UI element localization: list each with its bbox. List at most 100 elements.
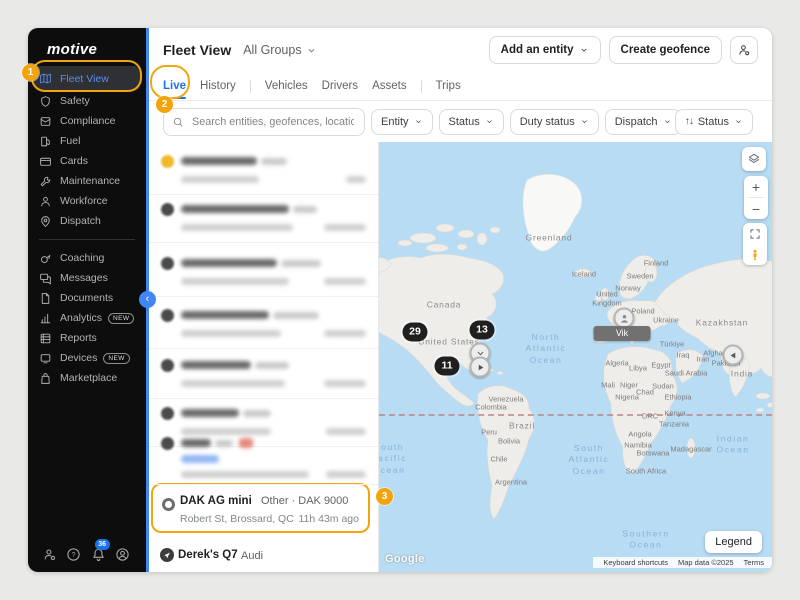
- create-geofence-label: Create geofence: [621, 44, 710, 56]
- tab-drivers[interactable]: Drivers: [322, 74, 358, 98]
- sidebar-item-reports[interactable]: Reports: [28, 328, 146, 348]
- sidebar-item-cards[interactable]: Cards: [28, 151, 146, 171]
- vehicle-status-icon: [161, 257, 174, 270]
- person-gear-icon: [737, 43, 751, 57]
- add-entity-button[interactable]: Add an entity: [489, 36, 601, 64]
- sidebar-rail[interactable]: ‹: [146, 28, 149, 572]
- tab-trips[interactable]: Trips: [436, 74, 461, 98]
- filter-dispatch[interactable]: Dispatch: [605, 109, 682, 135]
- filter-status[interactable]: Status: [439, 109, 504, 135]
- sidebar-item-maintenance[interactable]: Maintenance: [28, 171, 146, 191]
- list-item-blurred[interactable]: [149, 249, 378, 297]
- fullscreen-icon: [748, 227, 762, 241]
- list-item-blurred[interactable]: [149, 147, 378, 195]
- group-selector[interactable]: All Groups: [243, 43, 316, 57]
- dispatch-icon: [39, 215, 52, 228]
- admin-settings-button[interactable]: [42, 547, 59, 564]
- vehicle-status-icon: [161, 203, 174, 216]
- list-item-blurred[interactable]: [149, 429, 378, 485]
- vehicle-status-icon: [161, 155, 174, 168]
- list-item-blurred[interactable]: [149, 351, 378, 399]
- search-input[interactable]: [190, 115, 356, 129]
- user-admin-button[interactable]: [730, 36, 758, 64]
- notifications-button[interactable]: 36: [91, 547, 108, 564]
- navigation-arrow-icon: [160, 548, 174, 562]
- zoom-in-button[interactable]: +: [744, 176, 768, 197]
- attribution-keyboard-shortcuts[interactable]: Keyboard shortcuts: [603, 558, 668, 567]
- vehicle-marker[interactable]: [470, 357, 491, 378]
- vehicle-address: Robert St, Brossard, QC: [180, 513, 294, 525]
- svg-text:?: ?: [72, 552, 76, 559]
- filter-entity[interactable]: Entity: [371, 109, 433, 135]
- layers-icon: [747, 152, 761, 166]
- vehicle-meta: Other · DAK 9000: [261, 495, 348, 507]
- equator-dashed-line: [379, 414, 772, 416]
- new-badge: NEW: [103, 353, 129, 364]
- map[interactable]: CanadaUnited StatesGreenlandIcelandFinla…: [379, 142, 772, 572]
- sort-by-label: Status: [698, 116, 729, 128]
- sidebar-item-compliance[interactable]: Compliance: [28, 111, 146, 131]
- sidebar-item-safety[interactable]: Safety: [28, 91, 146, 111]
- vehicle-status-icon: [161, 309, 174, 322]
- sidebar-item-dispatch[interactable]: Dispatch: [28, 211, 146, 231]
- list-item-blurred[interactable]: [149, 301, 378, 349]
- documents-icon: [39, 292, 52, 305]
- page-title: Fleet View: [163, 42, 231, 58]
- sidebar: motive Fleet ViewSafetyComplianceFuelCar…: [28, 28, 146, 572]
- filter-duty-status[interactable]: Duty status: [510, 109, 599, 135]
- sidebar-item-analytics[interactable]: AnalyticsNEW: [28, 308, 146, 328]
- vehicle-name: DAK AG mini: [180, 495, 252, 507]
- screen: motive Fleet ViewSafetyComplianceFuelCar…: [0, 0, 800, 600]
- content-body: DAK AG mini Other · DAK 9000 Robert St, …: [149, 142, 772, 572]
- workforce-icon: [39, 195, 52, 208]
- legend-button[interactable]: Legend: [705, 531, 762, 553]
- sidebar-item-devices[interactable]: DevicesNEW: [28, 348, 146, 368]
- status-badge: [239, 438, 253, 448]
- google-logo: Google: [385, 553, 425, 565]
- attribution-terms[interactable]: Terms: [744, 558, 764, 567]
- pegman-icon: [748, 248, 762, 262]
- sidebar-item-documents[interactable]: Documents: [28, 288, 146, 308]
- tab-history[interactable]: History: [200, 74, 236, 98]
- filter-bar: EntityStatusDuty statusDispatchMIL ↑↓ St…: [149, 101, 772, 143]
- sidebar-item-workforce[interactable]: Workforce: [28, 191, 146, 211]
- sidebar-collapse-button[interactable]: ‹: [139, 291, 156, 308]
- sidebar-item-marketplace[interactable]: Marketplace: [28, 368, 146, 388]
- chevron-down-icon: [663, 117, 672, 126]
- vehicle-make: Audi: [241, 550, 263, 562]
- fullscreen-button[interactable]: [743, 223, 767, 244]
- fuel-icon: [39, 135, 52, 148]
- street-view-pegman[interactable]: [743, 244, 767, 265]
- sidebar-item-coaching[interactable]: Coaching: [28, 248, 146, 268]
- account-button[interactable]: [115, 547, 132, 564]
- cluster-marker-29[interactable]: 29: [403, 323, 428, 342]
- map-attribution: Keyboard shortcutsMap data ©2025Terms: [593, 557, 772, 568]
- motive-logo: motive: [28, 28, 146, 64]
- sidebar-item-fuel[interactable]: Fuel: [28, 131, 146, 151]
- tab-live[interactable]: Live: [163, 74, 186, 98]
- tab-assets[interactable]: Assets: [372, 74, 407, 98]
- page-header: Fleet View All Groups Add an entity Crea…: [149, 28, 772, 72]
- compliance-icon: [39, 115, 52, 128]
- map-type-button[interactable]: [742, 147, 766, 171]
- help-button[interactable]: ?: [66, 547, 83, 564]
- cluster-marker-11[interactable]: 11: [435, 357, 460, 376]
- create-geofence-button[interactable]: Create geofence: [609, 36, 722, 64]
- search-box[interactable]: [163, 108, 365, 136]
- chevron-down-icon: [414, 117, 423, 126]
- safety-icon: [39, 95, 52, 108]
- help-icon: ?: [66, 547, 81, 562]
- marker-tooltip: Vik: [594, 326, 651, 341]
- list-item-dak-ag-mini[interactable]: DAK AG mini Other · DAK 9000 Robert St, …: [151, 483, 370, 533]
- filter-chips: EntityStatusDuty statusDispatchMIL: [371, 109, 726, 135]
- list-item-blurred[interactable]: [149, 195, 378, 243]
- zoom-out-button[interactable]: −: [744, 198, 768, 219]
- list-item-dereks-q7[interactable]: Derek's Q7 Audi: [149, 545, 378, 571]
- vehicle-status-icon: [161, 407, 174, 420]
- sort-by-button[interactable]: ↑↓ Status: [675, 109, 753, 135]
- sidebar-item-messages[interactable]: Messages: [28, 268, 146, 288]
- tab-vehicles[interactable]: Vehicles: [265, 74, 308, 98]
- cluster-marker-13[interactable]: 13: [470, 321, 495, 340]
- sidebar-item-fleet-view[interactable]: Fleet View: [34, 66, 140, 91]
- vehicle-marker[interactable]: [723, 345, 744, 366]
